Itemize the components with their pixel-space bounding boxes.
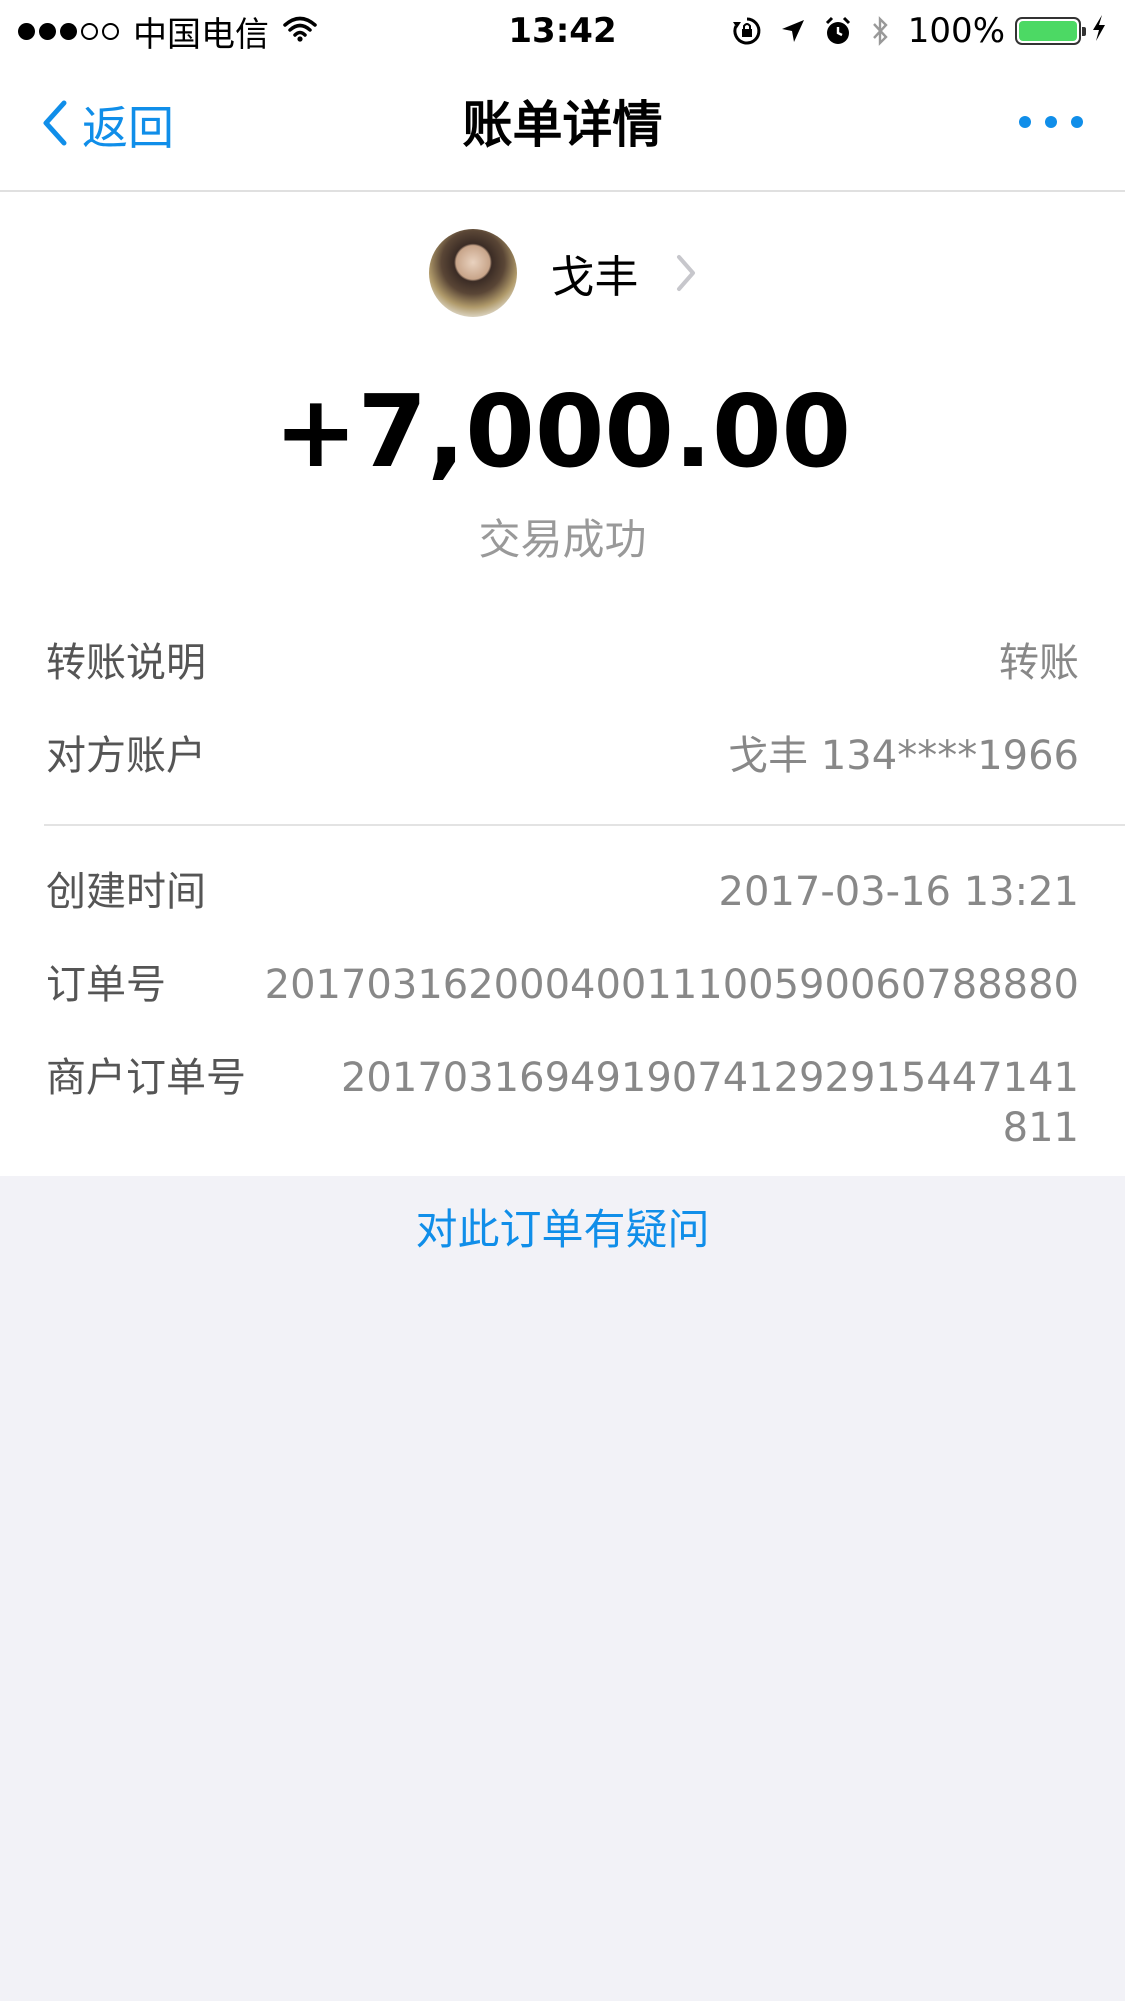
detail-row-transfer-note: 转账说明 转账: [46, 638, 1079, 688]
detail-value: 转账: [999, 640, 1079, 686]
charging-bolt-icon: [1091, 11, 1107, 51]
detail-label: 商户订单号: [46, 1055, 246, 1101]
alarm-icon: [824, 16, 852, 46]
bluetooth-icon: [870, 15, 890, 47]
detail-label: 对方账户: [46, 733, 206, 779]
detail-label: 订单号: [46, 962, 166, 1008]
status-bar-right: 100%: [732, 8, 1107, 54]
battery-icon: [1015, 17, 1086, 45]
detail-value: 戈丰 134****1966: [728, 733, 1079, 779]
location-arrow-icon: [780, 18, 806, 44]
rotation-lock-icon: [732, 16, 762, 46]
detail-value: 2017-03-16 13:21: [718, 869, 1079, 915]
detail-label: 转账说明: [46, 640, 206, 686]
detail-row-counterparty: 对方账户 戈丰 134****1966: [46, 731, 1079, 781]
page-title: 账单详情: [462, 96, 663, 154]
more-dots-icon[interactable]: [1005, 116, 1083, 128]
detail-row-order-no: 订单号 20170316200040011100590060788880: [46, 960, 1079, 1010]
divider: [44, 824, 1125, 826]
chevron-right-icon: [675, 253, 697, 293]
detail-label: 创建时间: [46, 869, 206, 915]
detail-row-created-time: 创建时间 2017-03-16 13:21: [46, 867, 1079, 917]
avatar: [428, 229, 517, 317]
battery-fill: [1019, 21, 1077, 41]
payee-row[interactable]: 戈丰: [0, 228, 1125, 318]
amount: +7,000.00: [273, 373, 852, 490]
status-bar: 中国电信 13:42 100%: [0, 0, 1125, 62]
nav-bar: 返回 账单详情: [0, 62, 1125, 192]
detail-value: 20170316200040011100590060788880: [264, 962, 1079, 1008]
detail-value: 20170316949190741292915447141811: [340, 1055, 1079, 1151]
detail-row-merchant-order-no: 商户订单号 20170316949190741292915447141811: [46, 1053, 1079, 1153]
battery-percent: 100%: [907, 11, 1005, 51]
bill-detail-card: 戈丰 +7,000.00 交易成功 转账说明 转账 对方账户 戈丰 134***…: [0, 192, 1125, 1176]
transaction-status: 交易成功: [478, 515, 647, 564]
order-inquiry-link[interactable]: 对此订单有疑问: [0, 1200, 1125, 1260]
payee-name: 戈丰: [550, 252, 639, 303]
